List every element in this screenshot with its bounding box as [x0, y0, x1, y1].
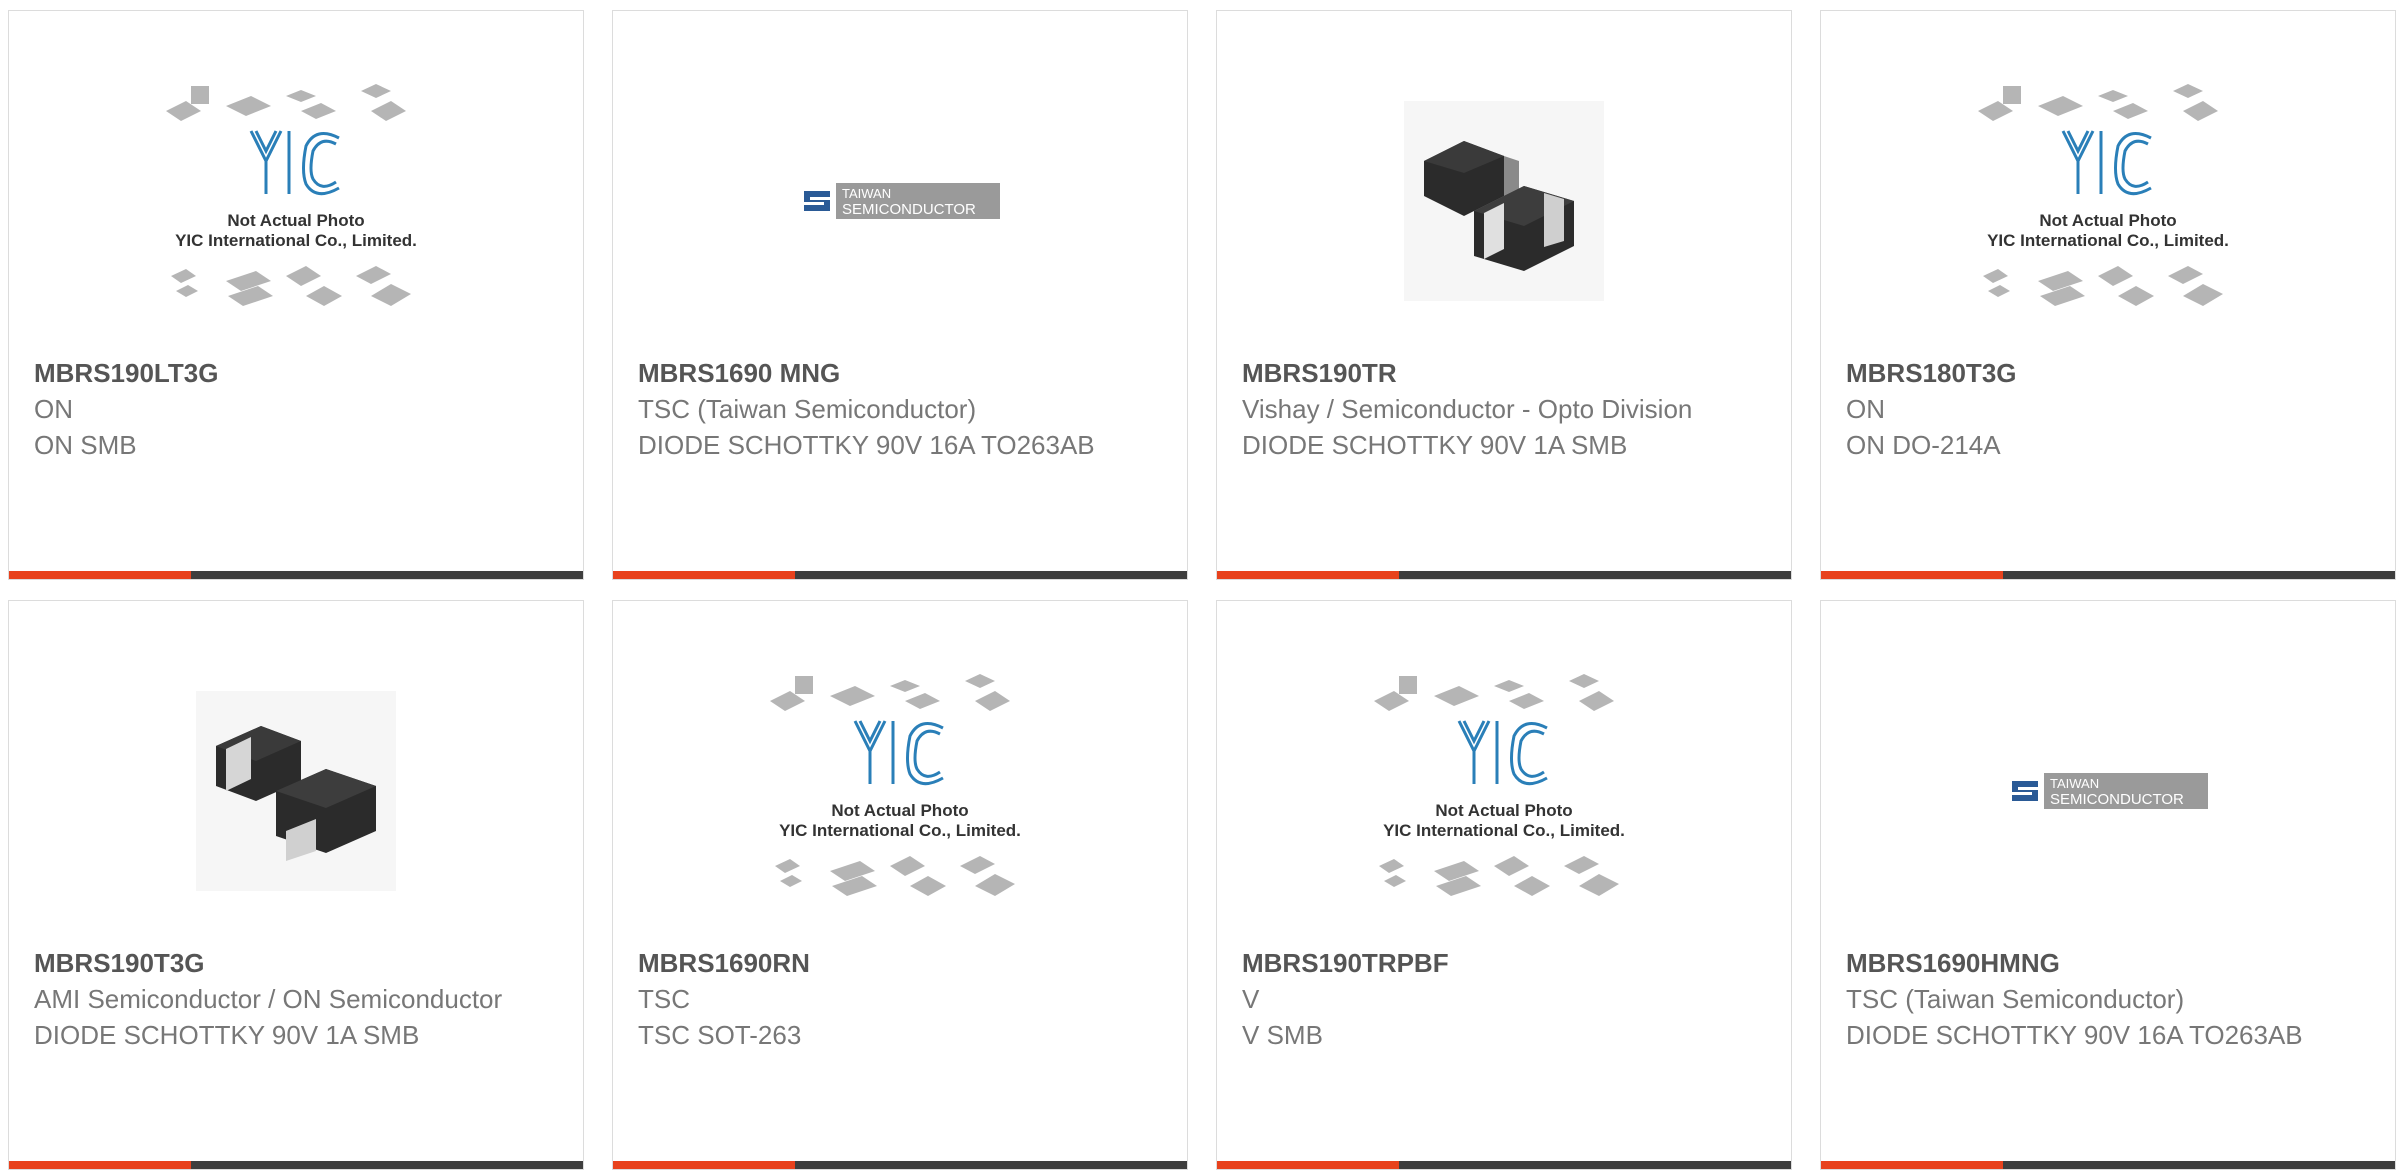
card-accent: [1821, 571, 2003, 579]
yic-placeholder-icon: Not Actual Photo YIC International Co., …: [1374, 674, 1625, 896]
description: DIODE SCHOTTKY 90V 1A SMB: [1242, 430, 1628, 460]
tsc-logo-icon: TAIWAN SEMICONDUCTOR: [800, 183, 1000, 219]
card-accent: [613, 571, 795, 579]
manufacturer: TSC (Taiwan Semiconductor): [1846, 984, 2185, 1014]
card-bottom-bar: [1821, 1161, 2395, 1169]
manufacturer: TSC (Taiwan Semiconductor): [638, 394, 977, 424]
product-card[interactable]: Not Actual Photo YIC International Co., …: [1820, 10, 2396, 580]
manufacturer: AMI Semiconductor / ON Semiconductor: [34, 984, 503, 1014]
yic-placeholder-icon: Not Actual Photo YIC International Co., …: [166, 84, 417, 306]
product-image[interactable]: Not Actual Photo YIC International Co., …: [613, 641, 1187, 941]
manufacturer: V: [1242, 984, 1260, 1014]
part-number[interactable]: MBRS190LT3G: [34, 355, 554, 391]
card-bottom-bar: [613, 1161, 1187, 1169]
part-number[interactable]: MBRS190TR: [1242, 355, 1762, 391]
placeholder-line2: YIC International Co., Limited.: [175, 231, 417, 250]
part-number[interactable]: MBRS190TRPBF: [1242, 945, 1762, 981]
product-card[interactable]: Not Actual Photo YIC International Co., …: [8, 10, 584, 580]
manufacturer: ON: [34, 394, 73, 424]
card-bottom-bar: [1217, 571, 1791, 579]
placeholder-line1: Not Actual Photo: [227, 211, 364, 230]
description: DIODE SCHOTTKY 90V 16A TO263AB: [638, 430, 1095, 460]
description: V SMB: [1242, 1020, 1323, 1050]
card-bottom-bar: [1217, 1161, 1791, 1169]
product-image[interactable]: Not Actual Photo YIC International Co., …: [1217, 641, 1791, 941]
manufacturer: Vishay / Semiconductor - Opto Division: [1242, 394, 1693, 424]
description: ON SMB: [34, 430, 137, 460]
yic-placeholder-icon: Not Actual Photo YIC International Co., …: [1978, 84, 2229, 306]
product-card[interactable]: Not Actual Photo YIC International Co., …: [612, 600, 1188, 1170]
product-image[interactable]: Not Actual Photo YIC International Co., …: [9, 51, 583, 351]
smb-diode-photo-icon: [1404, 101, 1604, 301]
manufacturer: TSC: [638, 984, 690, 1014]
placeholder-line1: Not Actual Photo: [1435, 801, 1572, 820]
card-accent: [613, 1161, 795, 1169]
product-image[interactable]: [1217, 51, 1791, 351]
part-number[interactable]: MBRS1690HMNG: [1846, 945, 2366, 981]
tsc-logo-icon: TAIWAN SEMICONDUCTOR: [2008, 773, 2208, 809]
yic-placeholder-icon: Not Actual Photo YIC International Co., …: [770, 674, 1021, 896]
part-number[interactable]: MBRS180T3G: [1846, 355, 2366, 391]
product-card[interactable]: MBRS190TR Vishay / Semiconductor - Opto …: [1216, 10, 1792, 580]
placeholder-line2: YIC International Co., Limited.: [1383, 821, 1625, 840]
description: ON DO-214A: [1846, 430, 2001, 460]
description: TSC SOT-263: [638, 1020, 802, 1050]
card-bottom-bar: [9, 1161, 583, 1169]
product-card[interactable]: Not Actual Photo YIC International Co., …: [1216, 600, 1792, 1170]
tsc-logo-line1: TAIWAN: [842, 186, 891, 201]
card-bottom-bar: [1821, 571, 2395, 579]
part-number[interactable]: MBRS190T3G: [34, 945, 554, 981]
placeholder-line2: YIC International Co., Limited.: [1987, 231, 2229, 250]
placeholder-line2: YIC International Co., Limited.: [779, 821, 1021, 840]
part-number[interactable]: MBRS1690 MNG: [638, 355, 1158, 391]
description: DIODE SCHOTTKY 90V 1A SMB: [34, 1020, 420, 1050]
product-image[interactable]: TAIWAN SEMICONDUCTOR: [1821, 641, 2395, 941]
part-number[interactable]: MBRS1690RN: [638, 945, 1158, 981]
card-accent: [1217, 571, 1399, 579]
card-accent: [1821, 1161, 2003, 1169]
product-card[interactable]: MBRS190T3G AMI Semiconductor / ON Semico…: [8, 600, 584, 1170]
card-accent: [9, 1161, 191, 1169]
tsc-logo-line2: SEMICONDUCTOR: [842, 201, 976, 218]
product-image[interactable]: Not Actual Photo YIC International Co., …: [1821, 51, 2395, 351]
card-bottom-bar: [9, 571, 583, 579]
card-bottom-bar: [613, 571, 1187, 579]
product-image[interactable]: [9, 641, 583, 941]
smb-diode-photo-icon: [196, 691, 396, 891]
card-accent: [1217, 1161, 1399, 1169]
placeholder-line1: Not Actual Photo: [831, 801, 968, 820]
tsc-logo-line1: TAIWAN: [2050, 776, 2099, 791]
description: DIODE SCHOTTKY 90V 16A TO263AB: [1846, 1020, 2303, 1050]
placeholder-line1: Not Actual Photo: [2039, 211, 2176, 230]
manufacturer: ON: [1846, 394, 1885, 424]
product-image[interactable]: TAIWAN SEMICONDUCTOR: [613, 51, 1187, 351]
product-card[interactable]: TAIWAN SEMICONDUCTOR MBRS1690 MNG TSC (T…: [612, 10, 1188, 580]
card-accent: [9, 571, 191, 579]
product-card[interactable]: TAIWAN SEMICONDUCTOR MBRS1690HMNG TSC (T…: [1820, 600, 2396, 1170]
tsc-logo-line2: SEMICONDUCTOR: [2050, 791, 2184, 808]
